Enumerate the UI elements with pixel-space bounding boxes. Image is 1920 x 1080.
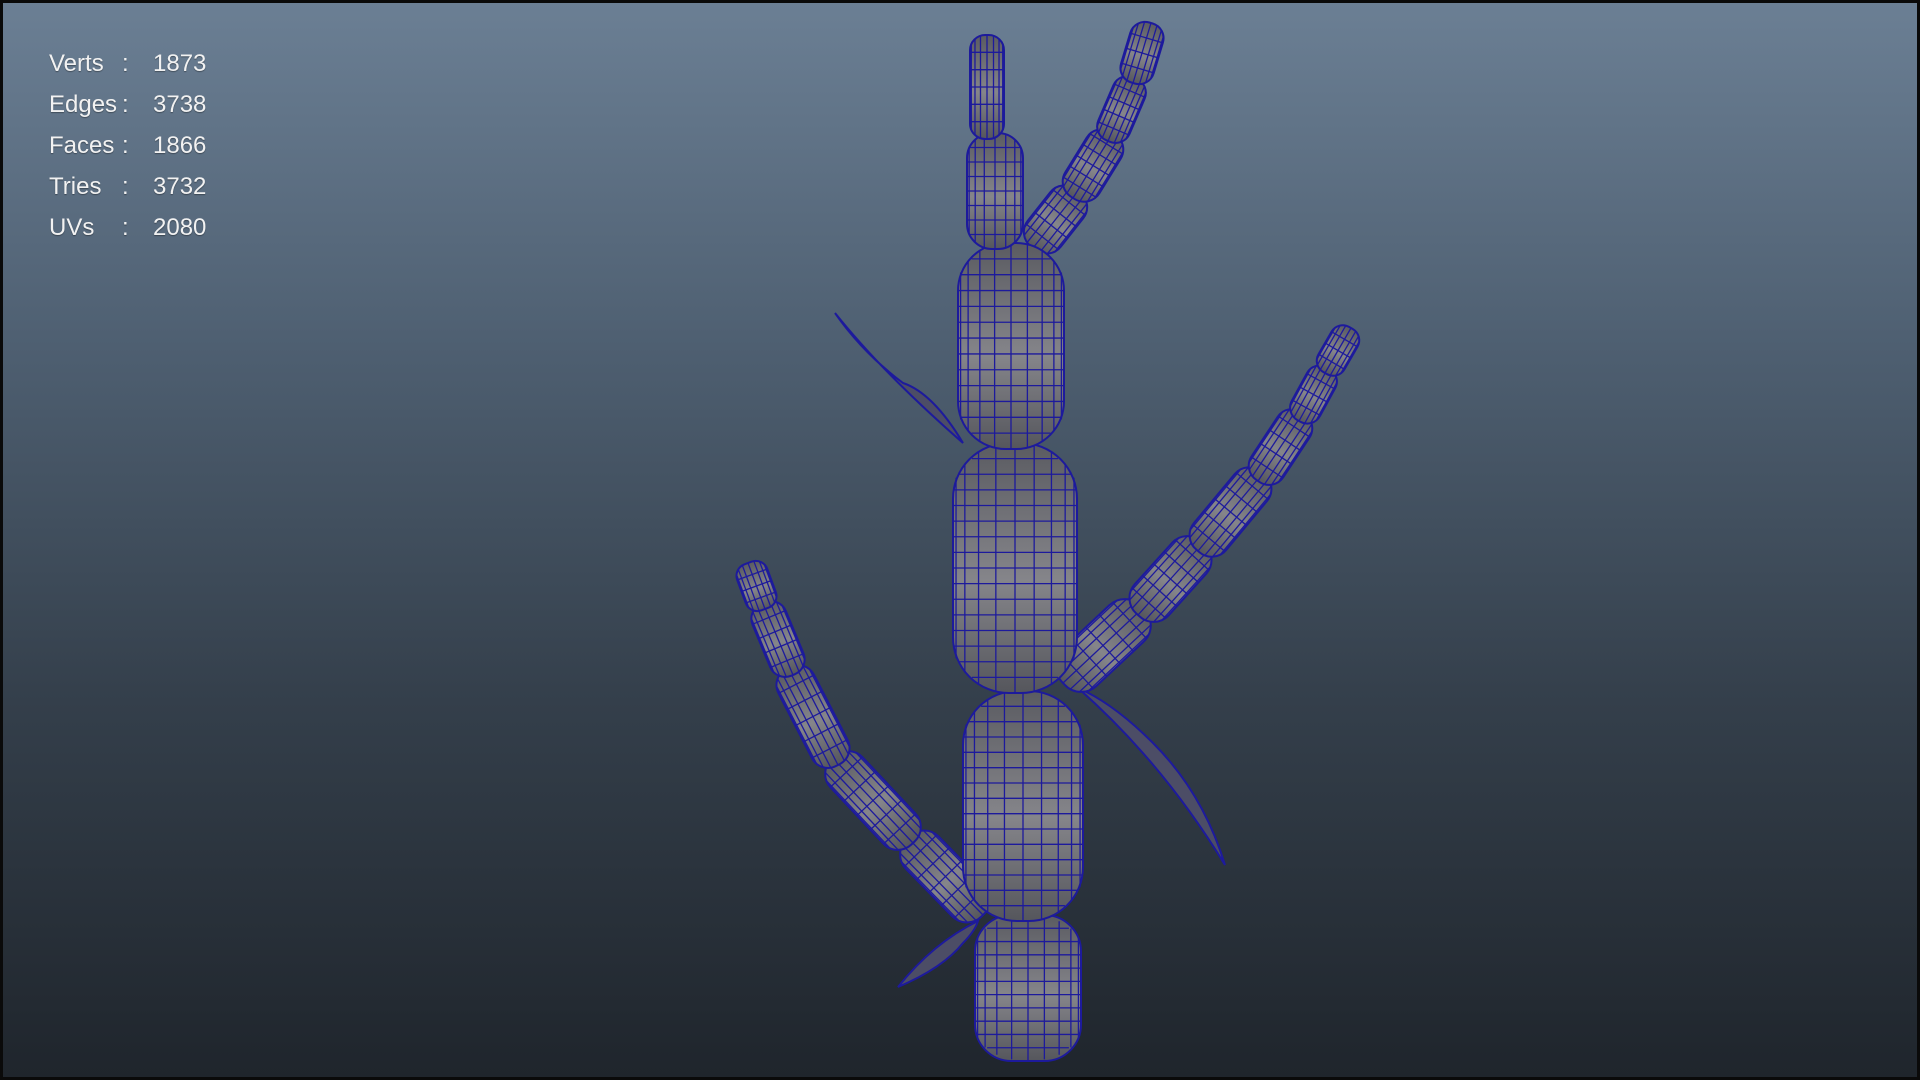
branch-upper-right-tip xyxy=(1119,20,1165,86)
stem-segment-top xyxy=(966,132,1024,250)
stem-segment-base xyxy=(974,914,1082,1062)
leaf-right xyxy=(1077,687,1226,866)
stem-segment-upper xyxy=(957,242,1065,450)
leaf-lower-left xyxy=(897,919,980,988)
leaf-upper-left xyxy=(834,312,964,444)
3d-viewport[interactable]: Verts : 1873 Edges : 3738 Faces : 1866 T… xyxy=(0,0,1920,1080)
stem-segment-lower xyxy=(962,690,1084,922)
stem-segment-tip xyxy=(969,34,1005,140)
plant-stem-mesh-icon[interactable] xyxy=(3,3,1917,1077)
stem-segment-middle xyxy=(952,442,1078,694)
branch-left-tip xyxy=(735,559,778,613)
